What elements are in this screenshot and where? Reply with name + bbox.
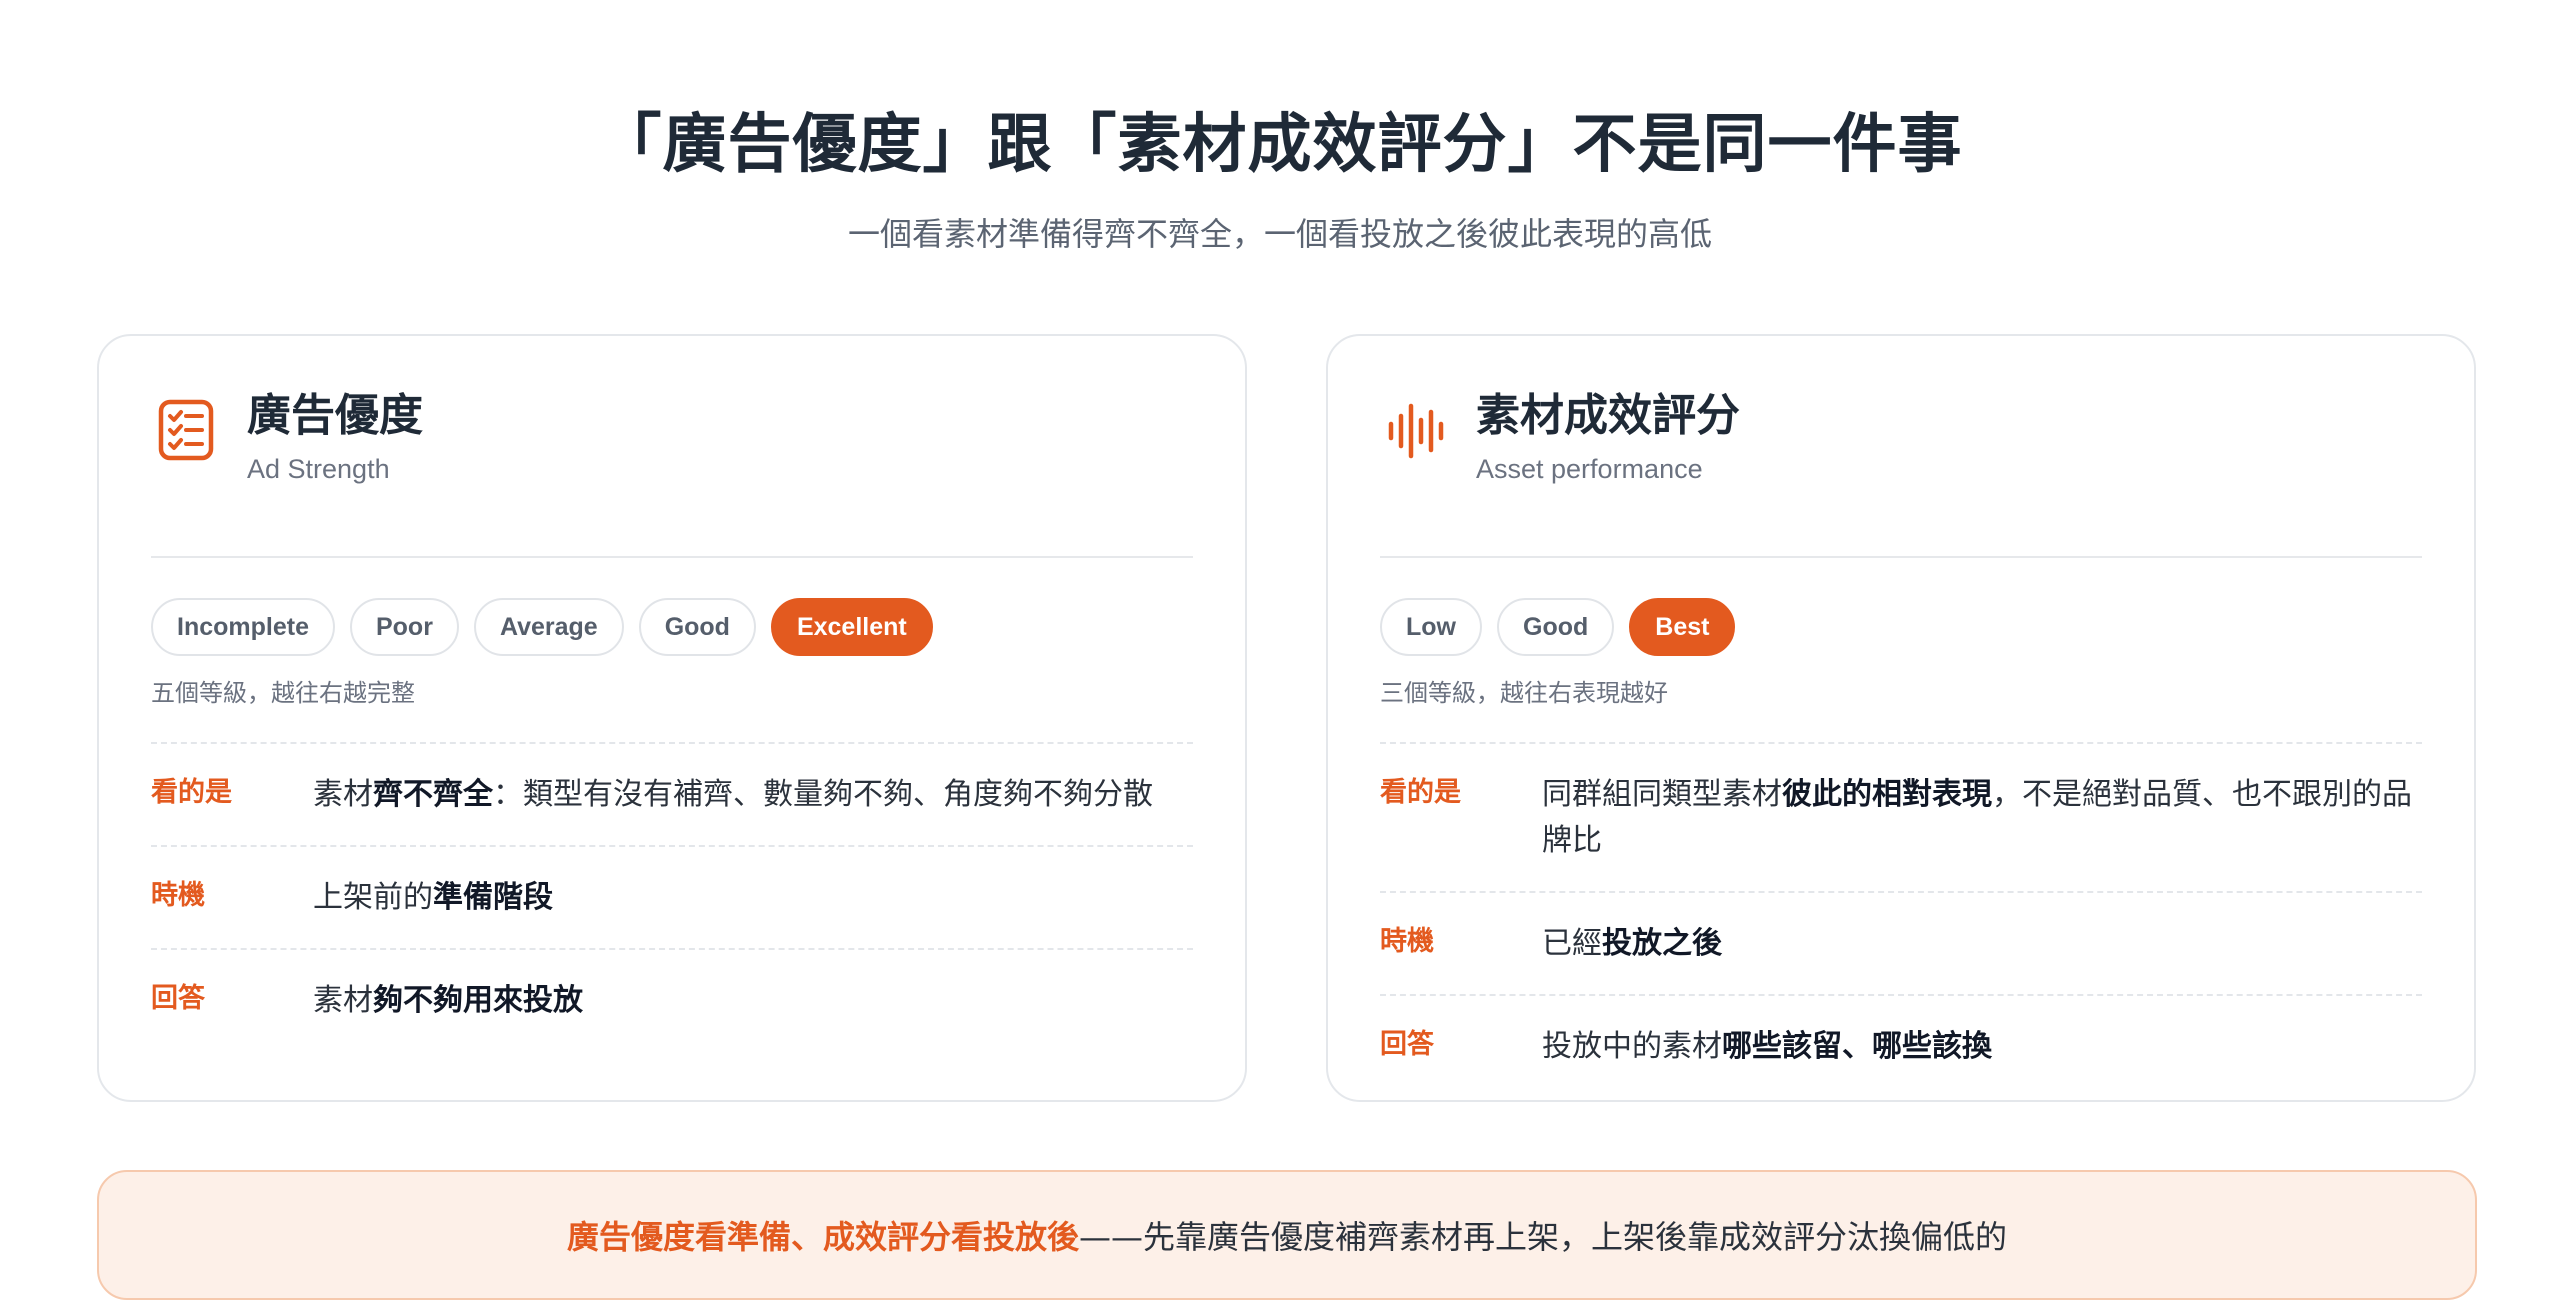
level-pill-incomplete: Incomplete [151,598,335,656]
level-pill-low: Low [1380,598,1482,656]
card-subtitle: Ad Strength [247,454,390,484]
row-text: 同群組同類型素材彼此的相對表現，不是絕對品質、也不跟別的品牌比 [1542,777,2412,858]
banner-highlight: 廣告優度看準備 [566,1218,791,1256]
level-pills: Incomplete Poor Average Good Excellent [151,598,1193,656]
row-label: 看的是 [1380,777,1461,808]
row-label: 時機 [1380,926,1434,957]
row-timing: 時機 已經投放之後 [1380,893,2422,996]
banner-separator: 、 [790,1218,823,1256]
info-rows: 看的是 素材齊不齊全：類型有沒有補齊、數量夠不夠、角度夠不夠分散 時機 上架前的… [151,744,1193,1051]
banner-text: ——先靠廣告優度補齊素材再上架，上架後靠成效評分汰換偏低的 [1079,1218,2008,1256]
row-text: 已經投放之後 [1542,926,1722,961]
row-answers: 回答 素材夠不夠用來投放 [151,950,1193,1051]
row-label: 時機 [151,880,205,911]
levels-note: 三個等級，越往右表現越好 [1380,676,2422,744]
level-pill-excellent: Excellent [770,598,933,656]
banner-highlight: 成效評分看投放後 [823,1218,1080,1256]
checklist-icon [158,399,214,461]
level-pill-poor: Poor [349,598,459,656]
audio-bars-icon [1388,403,1444,459]
summary-banner: 廣告優度看準備、成效評分看投放後 ——先靠廣告優度補齊素材再上架，上架後靠成效評分… [97,1170,2477,1300]
page-header: 「廣告優度」跟「素材成效評分」不是同一件事 一個看素材準備得齊不齊全，一個看投放… [0,100,2560,256]
row-label: 回答 [1380,1029,1434,1060]
row-text: 素材齊不齊全：類型有沒有補齊、數量夠不夠、角度夠不夠分散 [313,777,1153,812]
row-text: 上架前的準備階段 [313,880,553,915]
level-pill-average: Average [473,598,624,656]
card-header: 素材成效評分 Asset performance [1380,388,2422,558]
row-text: 素材夠不夠用來投放 [313,983,583,1018]
row-answers: 回答 投放中的素材哪些該留、哪些該換 [1380,996,2422,1097]
level-pill-best: Best [1629,598,1736,656]
info-rows: 看的是 同群組同類型素材彼此的相對表現，不是絕對品質、也不跟別的品牌比 時機 已… [1380,744,2422,1097]
row-text: 投放中的素材哪些該留、哪些該換 [1542,1029,1992,1064]
asset-performance-card: 素材成效評分 Asset performance Low Good Best 三… [1326,334,2476,1102]
row-label: 回答 [151,983,205,1014]
card-header: 廣告優度 Ad Strength [151,388,1193,558]
page-subtitle: 一個看素材準備得齊不齊全，一個看投放之後彼此表現的高低 [847,215,1712,253]
level-pills: Low Good Best [1380,598,2422,656]
level-pill-good: Good [1497,598,1615,656]
card-subtitle: Asset performance [1476,454,1703,484]
card-title: 素材成效評分 [1476,390,1740,441]
page-title: 「廣告優度」跟「素材成效評分」不是同一件事 [597,108,1963,182]
row-looks-at: 看的是 素材齊不齊全：類型有沒有補齊、數量夠不夠、角度夠不夠分散 [151,744,1193,847]
card-title: 廣告優度 [247,390,423,441]
level-pill-good: Good [638,598,756,656]
levels-note: 五個等級，越往右越完整 [151,676,1193,744]
row-label: 看的是 [151,777,232,808]
row-timing: 時機 上架前的準備階段 [151,847,1193,950]
ad-strength-card: 廣告優度 Ad Strength Incomplete Poor Average… [97,334,1247,1102]
row-looks-at: 看的是 同群組同類型素材彼此的相對表現，不是絕對品質、也不跟別的品牌比 [1380,744,2422,893]
